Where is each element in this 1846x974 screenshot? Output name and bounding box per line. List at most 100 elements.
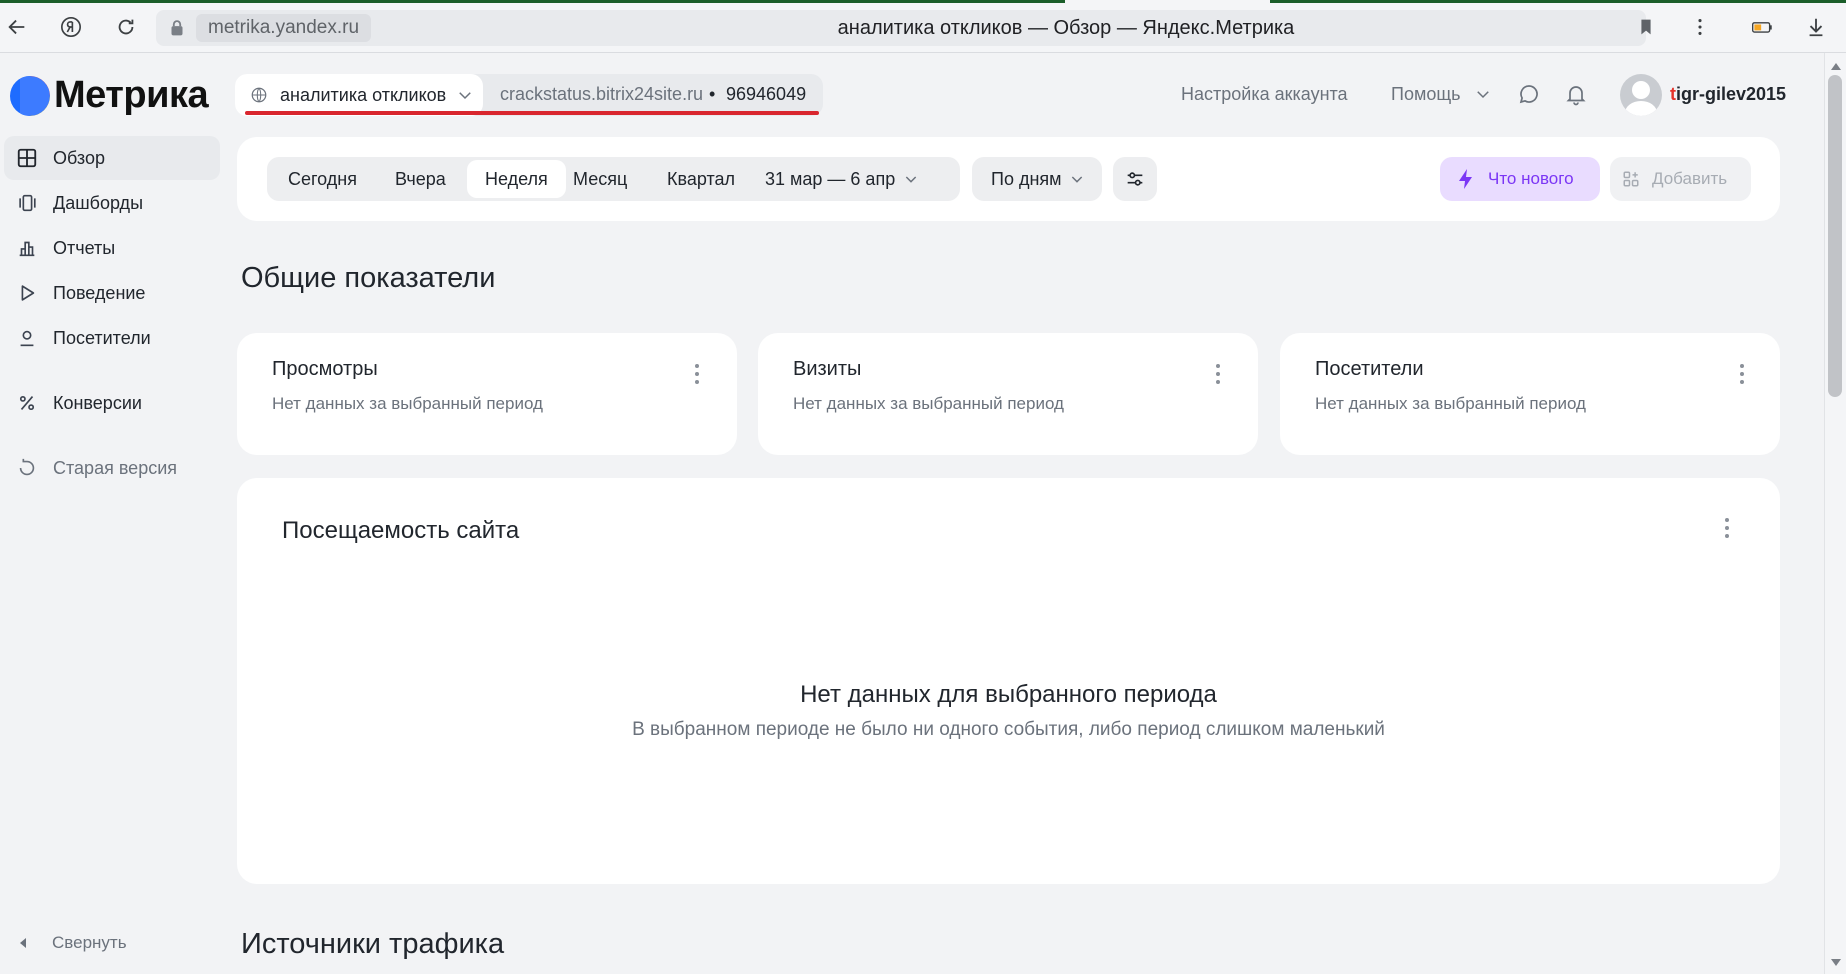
kpi-subtitle: Нет данных за выбранный период	[272, 394, 543, 413]
collapse-sidebar-button[interactable]: Свернуть	[20, 933, 127, 953]
chat-icon[interactable]	[1517, 82, 1541, 106]
help-menu[interactable]: Помощь	[1391, 84, 1492, 105]
counter-id: 96946049	[726, 84, 807, 104]
browser-top-stripe	[0, 0, 1846, 3]
username[interactable]: tigr-gilev2015	[1670, 84, 1786, 105]
lightning-icon	[1459, 169, 1472, 189]
more-menu-icon[interactable]	[1717, 514, 1737, 542]
more-menu-icon[interactable]	[687, 360, 707, 388]
username-rest: igr-gilev2015	[1676, 84, 1787, 104]
back-icon[interactable]	[2, 12, 32, 42]
scrollbar-thumb[interactable]	[1828, 75, 1842, 397]
url-text[interactable]: metrika.yandex.ru	[196, 14, 372, 42]
dashboard-icon	[19, 194, 36, 212]
sidebar-item-label: Конверсии	[53, 392, 142, 413]
counter-select[interactable]: аналитика откликов	[235, 74, 483, 116]
kpi-subtitle: Нет данных за выбранный период	[793, 394, 1064, 413]
grouping-label: По дням	[991, 169, 1062, 189]
kpi-title: Посетители	[1315, 358, 1424, 380]
add-widget-button[interactable]: Добавить	[1610, 157, 1751, 201]
logo-text: Метрика	[54, 74, 209, 116]
lock-icon	[171, 20, 183, 36]
empty-state-subtitle: В выбранном периоде не было ни одного со…	[632, 719, 1385, 740]
counter-separator: •	[709, 84, 716, 104]
sidebar-item-label: Поведение	[53, 282, 146, 303]
chevron-down-icon	[906, 176, 917, 183]
add-label: Добавить	[1652, 169, 1728, 188]
period-toolbar: Сегодня Вчера Неделя Месяц Квартал 31 ма…	[237, 137, 1780, 221]
reload-icon[interactable]	[111, 12, 141, 42]
chevron-down-icon	[459, 92, 472, 100]
help-label: Помощь	[1391, 84, 1461, 104]
sidebar-item-label: Посетители	[53, 327, 151, 348]
period-month[interactable]: Месяц	[555, 160, 645, 198]
whats-new-button[interactable]: Что нового	[1440, 157, 1600, 201]
collapse-label: Свернуть	[52, 933, 127, 952]
kpi-card-visitors: Посетители Нет данных за выбранный перио…	[1280, 333, 1780, 455]
sidebar-item-label: Отчеты	[53, 237, 116, 258]
history-icon	[19, 458, 35, 476]
kpi-subtitle: Нет данных за выбранный период	[1315, 394, 1586, 413]
globe-icon	[251, 87, 267, 103]
battery-icon	[1747, 12, 1777, 42]
scroll-up-icon[interactable]	[1831, 63, 1841, 70]
add-widget-icon	[1623, 171, 1639, 187]
more-menu-icon[interactable]	[1208, 360, 1228, 388]
bar-chart-icon	[19, 241, 35, 257]
account-settings-link[interactable]: Настройка аккаунта	[1181, 84, 1348, 105]
grouping-select[interactable]: По дням	[972, 157, 1102, 201]
more-menu-icon[interactable]	[1732, 360, 1752, 388]
sidebar-item-label: Дашборды	[53, 192, 143, 213]
period-today[interactable]: Сегодня	[270, 160, 375, 198]
page-title: аналитика откликов — Обзор — Яндекс.Метр…	[837, 17, 1295, 39]
kpi-title: Просмотры	[272, 358, 378, 380]
collapse-arrow-icon	[20, 938, 26, 948]
chevron-down-icon	[1071, 176, 1082, 183]
section-title-sources: Источники трафика	[241, 928, 505, 960]
sidebar-item-visitors[interactable]: Посетители	[4, 316, 220, 360]
kpi-title: Визиты	[793, 358, 862, 380]
widget-title: Посещаемость сайта	[282, 517, 520, 544]
grid-icon	[17, 148, 37, 168]
sliders-icon	[1127, 172, 1143, 186]
counter-switcher[interactable]: аналитика откликов crackstatus.bitrix24s…	[235, 74, 823, 116]
kpi-card-pageviews: Просмотры Нет данных за выбранный период	[237, 333, 737, 455]
sidebar-item-dashboards[interactable]: Дашборды	[4, 181, 220, 225]
browser-toolbar: metrika.yandex.ru аналитика откликов — О…	[0, 0, 1846, 53]
metrika-logo-icon	[10, 75, 50, 116]
annotation-underline	[245, 111, 819, 115]
filters-button[interactable]	[1113, 157, 1157, 201]
traffic-widget: Посещаемость сайта Нет данных для выбран…	[237, 478, 1780, 884]
period-week[interactable]: Неделя	[467, 160, 566, 198]
empty-state-title: Нет данных для выбранного периода	[800, 681, 1217, 708]
sidebar-item-label: Обзор	[53, 147, 105, 168]
section-title-general: Общие показатели	[241, 262, 496, 294]
download-icon[interactable]	[1801, 12, 1831, 42]
sidebar-item-behavior[interactable]: Поведение	[4, 271, 220, 315]
bookmark-icon[interactable]	[1631, 12, 1661, 42]
address-bar[interactable]: metrika.yandex.ru аналитика откликов — О…	[156, 10, 1646, 46]
sidebar-item-reports[interactable]: Отчеты	[4, 226, 220, 270]
play-icon	[21, 285, 35, 301]
avatar[interactable]	[1620, 74, 1662, 116]
sidebar-item-overview[interactable]: Обзор	[4, 136, 220, 180]
metrika-logo[interactable]: Метрика	[10, 74, 209, 117]
date-range-picker[interactable]: 31 мар — 6 апр	[747, 160, 937, 198]
period-quarter[interactable]: Квартал	[649, 160, 753, 198]
sidebar-item-conversions[interactable]: Конверсии	[4, 381, 220, 425]
scrollbar[interactable]	[1824, 53, 1846, 974]
counter-name: аналитика откликов	[280, 84, 447, 105]
sidebar-item-label: Старая версия	[53, 457, 178, 478]
kpi-card-visits: Визиты Нет данных за выбранный период	[758, 333, 1258, 455]
percent-icon	[19, 395, 35, 411]
period-yesterday[interactable]: Вчера	[377, 160, 464, 198]
bell-icon[interactable]	[1564, 82, 1588, 106]
period-selector: Сегодня Вчера Неделя Месяц Квартал 31 ма…	[267, 157, 960, 201]
sidebar-item-old-version[interactable]: Старая версия	[4, 446, 220, 490]
browser-menu-icon[interactable]	[1685, 12, 1715, 42]
chevron-down-icon	[1476, 91, 1489, 99]
whats-new-label: Что нового	[1488, 169, 1574, 188]
scroll-down-icon[interactable]	[1831, 959, 1841, 966]
person-icon	[20, 330, 34, 347]
yandex-browser-icon[interactable]	[56, 12, 86, 42]
